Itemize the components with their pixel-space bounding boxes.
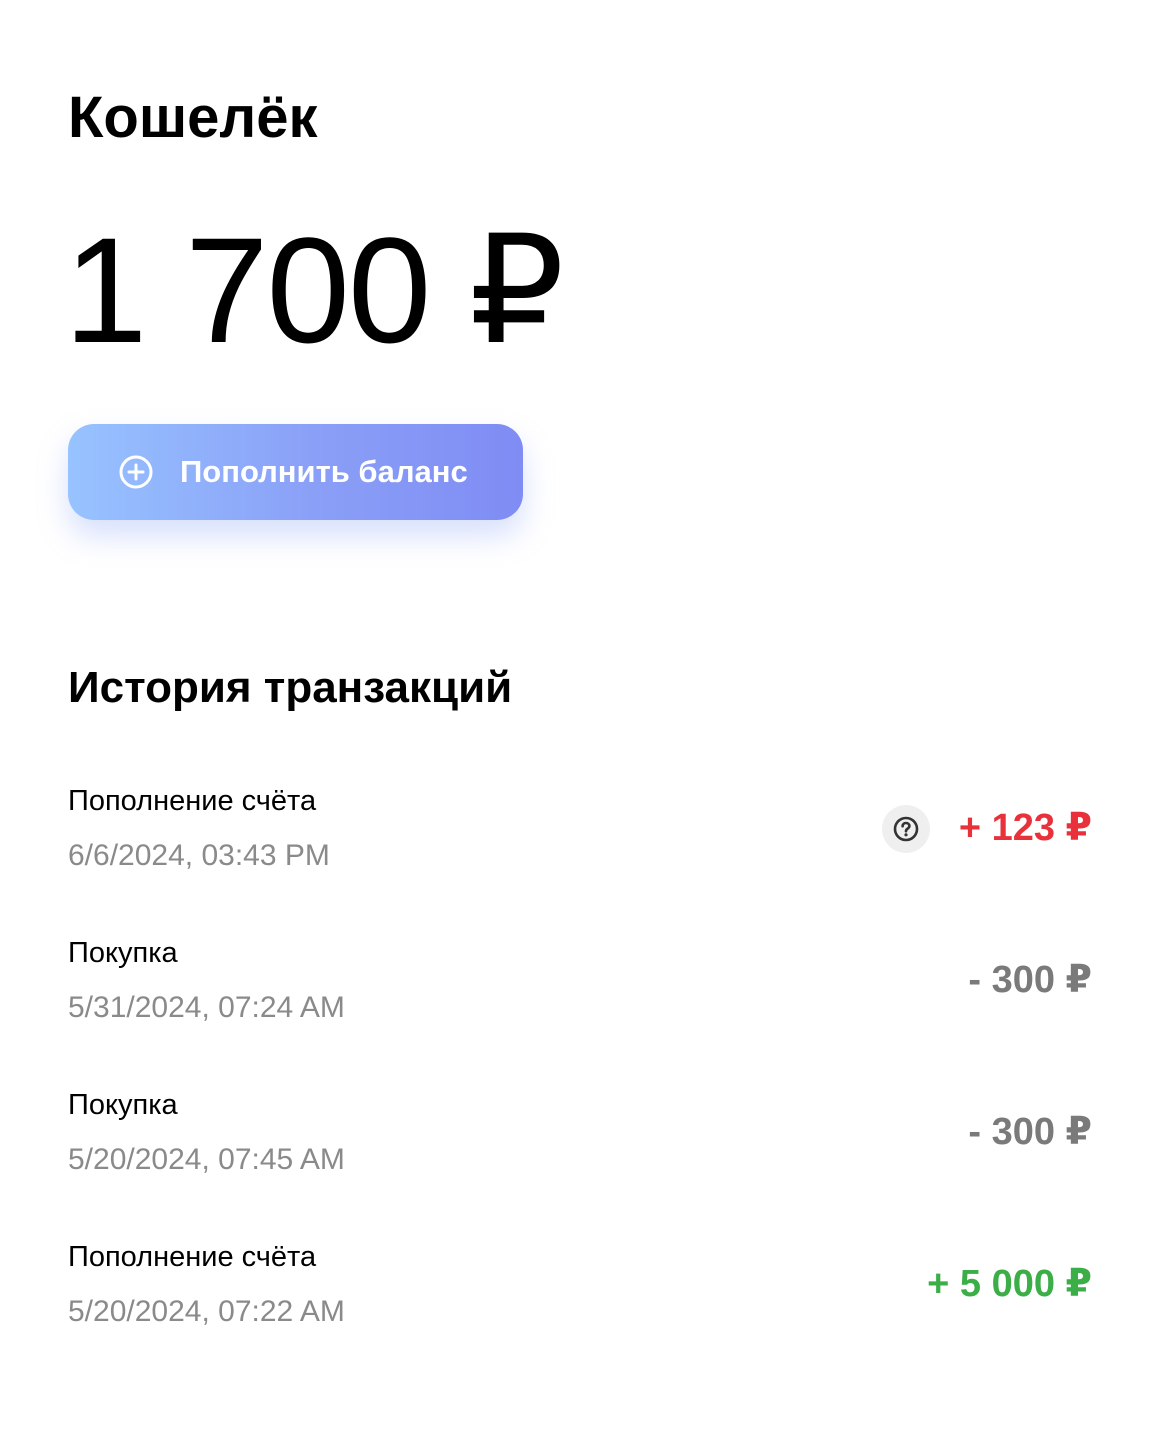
transaction-name: Покупка [68, 937, 178, 969]
transaction-name: Покупка [68, 1089, 178, 1121]
transaction-row: Покупка 5/20/2024, 07:45 AM - 300 ₽ [68, 1079, 1092, 1231]
transaction-name: Пополнение счёта [68, 785, 317, 817]
transaction-amount: + 5 000 ₽ [927, 1263, 1092, 1305]
transaction-date: 6/6/2024, 03:43 PM [68, 839, 330, 872]
plus-circle-icon [118, 454, 154, 490]
transaction-name: Пополнение счёта [68, 1241, 317, 1273]
transaction-row: Пополнение счёта 6/6/2024, 03:43 PM + 12… [68, 775, 1092, 927]
history-title: История транзакций [68, 663, 513, 712]
transaction-list: Пополнение счёта 6/6/2024, 03:43 PM + 12… [68, 775, 1092, 1383]
transaction-row: Пополнение счёта 5/20/2024, 07:22 AM + 5… [68, 1231, 1092, 1383]
transaction-amount: - 300 ₽ [968, 959, 1092, 1001]
transaction-help-button[interactable] [882, 805, 930, 853]
transaction-amount: - 300 ₽ [968, 1111, 1092, 1153]
transaction-date: 5/20/2024, 07:45 AM [68, 1143, 345, 1176]
transaction-date: 5/20/2024, 07:22 AM [68, 1295, 345, 1328]
topup-balance-button[interactable]: Пополнить баланс [68, 424, 523, 520]
transaction-amount: + 123 ₽ [958, 807, 1092, 849]
transaction-date: 5/31/2024, 07:24 AM [68, 991, 345, 1024]
balance-amount: 1 700 ₽ [64, 206, 564, 374]
topup-button-label: Пополнить баланс [180, 454, 468, 489]
transaction-row: Покупка 5/31/2024, 07:24 AM - 300 ₽ [68, 927, 1092, 1079]
page-title: Кошелёк [68, 85, 318, 150]
question-circle-icon [893, 816, 919, 842]
